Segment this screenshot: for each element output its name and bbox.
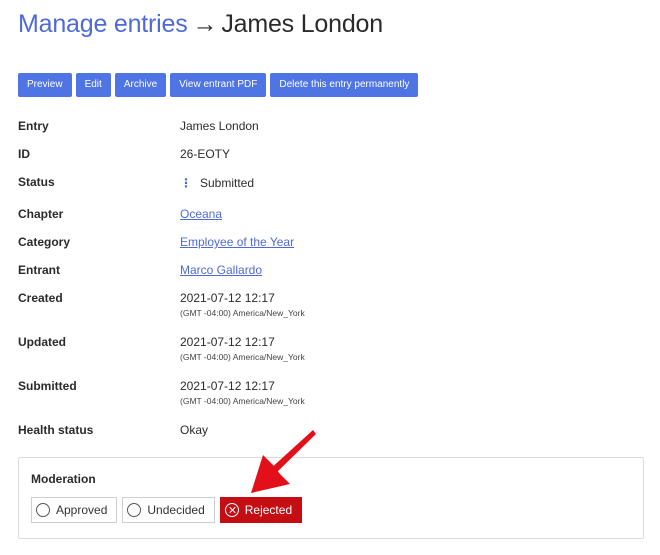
detail-value: James London bbox=[180, 119, 259, 133]
timezone: (GMT -04:00) America/New_York bbox=[180, 352, 305, 362]
edit-button[interactable]: Edit bbox=[75, 73, 111, 97]
status-value: ⋮ Submitted bbox=[180, 176, 254, 190]
timestamp: 2021-07-12 12:17 bbox=[180, 379, 275, 393]
radio-icon[interactable] bbox=[36, 503, 50, 517]
category-link[interactable]: Employee of the Year bbox=[180, 235, 294, 249]
detail-value: Marco Gallardo bbox=[180, 263, 262, 277]
detail-label: Chapter bbox=[18, 207, 64, 221]
timezone: (GMT -04:00) America/New_York bbox=[180, 396, 305, 406]
timestamp: 2021-07-12 12:17 bbox=[180, 291, 275, 305]
detail-value: 26-EOTY bbox=[180, 147, 231, 161]
detail-label: Entry bbox=[18, 119, 49, 133]
preview-button[interactable]: Preview bbox=[18, 73, 72, 97]
moderation-option-rejected[interactable]: Rejected bbox=[219, 497, 303, 523]
detail-value: Okay bbox=[180, 423, 209, 437]
chapter-link[interactable]: Oceana bbox=[180, 207, 222, 221]
radio-icon[interactable] bbox=[127, 503, 142, 517]
detail-value: 2021-07-12 12:17 (GMT -04:00) America/New… bbox=[180, 335, 305, 362]
entrant-link[interactable]: Marco Gallardo bbox=[180, 263, 262, 277]
detail-label: Health status bbox=[18, 423, 94, 437]
timestamp: 2021-07-12 12:17 bbox=[180, 335, 275, 349]
detail-value: 2021-07-12 12:17 (GMT -04:00) America/New… bbox=[180, 291, 305, 318]
moderation-option-approved[interactable]: Approved bbox=[31, 497, 118, 523]
entry-title: James London bbox=[221, 10, 383, 38]
detail-label: Created bbox=[18, 291, 63, 305]
page-title: Manage entries → James London bbox=[18, 10, 383, 39]
detail-value: Oceana bbox=[180, 207, 222, 221]
timezone: (GMT -04:00) America/New_York bbox=[180, 308, 305, 318]
action-toolbar: Preview Edit Archive View entrant PDF De… bbox=[18, 73, 419, 97]
detail-label: Entrant bbox=[18, 263, 60, 277]
option-label: Approved bbox=[56, 503, 108, 517]
view-entrant-pdf-button[interactable]: View entrant PDF bbox=[170, 73, 267, 97]
moderation-options: Approved Undecided Rejected bbox=[31, 497, 303, 523]
detail-value: 2021-07-12 12:17 (GMT -04:00) America/New… bbox=[180, 379, 305, 406]
moderation-heading: Moderation bbox=[31, 472, 96, 486]
delete-entry-button[interactable]: Delete this entry permanently bbox=[270, 73, 419, 97]
kebab-menu-icon[interactable]: ⋮ bbox=[180, 176, 192, 190]
option-label: Undecided bbox=[147, 503, 205, 517]
detail-label: Status bbox=[18, 175, 55, 189]
detail-label: Updated bbox=[18, 335, 66, 349]
status-text: Submitted bbox=[200, 176, 255, 190]
x-circle-icon bbox=[224, 503, 239, 517]
breadcrumb-manage-entries[interactable]: Manage entries bbox=[18, 10, 188, 38]
detail-value: Employee of the Year bbox=[180, 235, 294, 249]
detail-label: Category bbox=[18, 235, 71, 249]
breadcrumb-arrow-icon: → bbox=[192, 10, 218, 38]
detail-label: ID bbox=[18, 147, 30, 161]
archive-button[interactable]: Archive bbox=[114, 73, 167, 97]
moderation-panel: Moderation Approved Undecided Rejected bbox=[18, 457, 644, 539]
option-label: Rejected bbox=[244, 503, 293, 517]
detail-label: Submitted bbox=[18, 379, 77, 393]
moderation-option-undecided[interactable]: Undecided bbox=[122, 497, 215, 523]
